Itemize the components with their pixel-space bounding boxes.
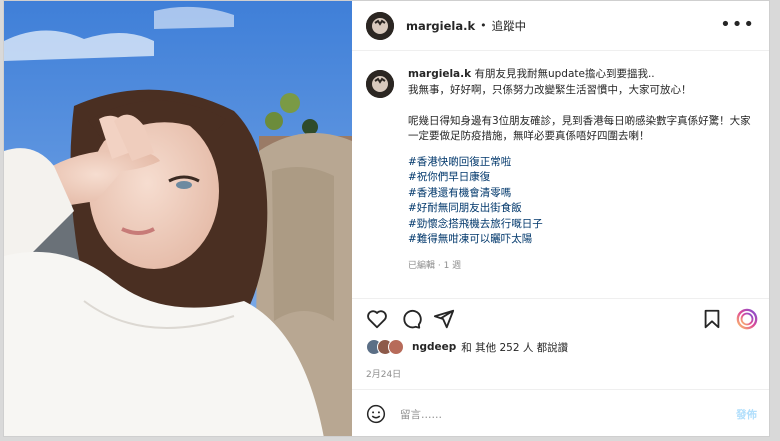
hashtag-list: #香港快啲回復正常啦 #祝你們早日康復 #香港還有機會清零嗎 #好耐無同朋友出街… (408, 155, 761, 248)
caption-username[interactable]: margiela.k (408, 68, 471, 80)
post-comment-button[interactable]: 發佈 (736, 407, 757, 422)
post-sidebar: margiela.k • 追蹤中 ••• margiela.k 有朋友見我耐無u… (352, 1, 769, 436)
share-icon[interactable] (433, 308, 455, 330)
story-highlight-icon[interactable] (736, 308, 758, 330)
likes-summary: ngdeep 和 其他 252 人 都說讚 (366, 339, 568, 355)
post-photo[interactable] (4, 1, 352, 436)
post-date: 2月24日 (366, 370, 402, 380)
hashtag-link[interactable]: #香港快啲回復正常啦 (408, 155, 761, 171)
hashtag-link[interactable]: #祝你們早日康復 (408, 170, 761, 186)
bookmark-icon[interactable] (701, 308, 723, 330)
caption-block: margiela.k 有朋友見我耐無update擔心到要搵我.. 我無事，好好啊… (366, 67, 761, 271)
hashtag-link[interactable]: #好耐無同朋友出街食飯 (408, 201, 761, 217)
caption-text: margiela.k 有朋友見我耐無update擔心到要搵我.. 我無事，好好啊… (408, 67, 761, 145)
screen: margiela.k • 追蹤中 ••• margiela.k 有朋友見我耐無u… (0, 0, 780, 441)
hashtag-link[interactable]: #勁懷念搭飛機去旅行嘅日子 (408, 217, 761, 233)
caption-avatar[interactable] (366, 70, 394, 98)
liker-avatar (388, 339, 404, 355)
following-button[interactable]: 追蹤中 (492, 18, 527, 34)
liker-username[interactable]: ngdeep (412, 341, 456, 353)
more-options-icon[interactable]: ••• (720, 16, 755, 34)
hashtag-link[interactable]: #難得無咁凍可以曬吓太陽 (408, 232, 761, 248)
action-bar (352, 298, 769, 338)
username-link[interactable]: margiela.k (406, 19, 475, 33)
comment-bar: 留言…… 發佈 (352, 389, 769, 436)
likes-text[interactable]: 和 其他 252 人 都說讚 (461, 340, 568, 355)
hashtag-link[interactable]: #香港還有機會清零嗎 (408, 186, 761, 202)
separator-dot: • (480, 19, 487, 32)
instagram-post-modal: margiela.k • 追蹤中 ••• margiela.k 有朋友見我耐無u… (3, 0, 770, 437)
edited-timestamp: 已編輯 · 1 週 (408, 260, 462, 271)
selfie-image (4, 1, 352, 436)
comment-icon[interactable] (400, 308, 422, 330)
heart-icon[interactable] (366, 308, 388, 330)
post-header: margiela.k • 追蹤中 ••• (352, 1, 769, 51)
comment-input[interactable]: 留言…… (400, 407, 736, 422)
emoji-icon[interactable] (366, 404, 386, 424)
user-avatar[interactable] (366, 11, 394, 40)
